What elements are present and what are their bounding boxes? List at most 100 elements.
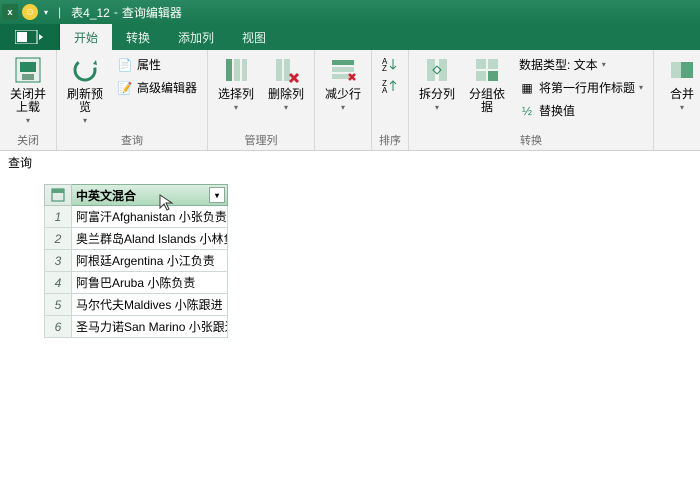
- group-query: 刷新预览 ▾ 📄 属性 📝 高级编辑器 查询: [57, 50, 208, 150]
- ribbon: 开始 转换 添加列 视图 关闭并上载 ▾ 关闭: [0, 24, 700, 151]
- select-columns-icon: [220, 54, 252, 86]
- row-number[interactable]: 5: [44, 294, 72, 316]
- svg-text:Z: Z: [382, 64, 387, 72]
- sort-desc-icon: ZA: [382, 78, 398, 94]
- dropdown-icon: ▾: [341, 101, 345, 114]
- table-row[interactable]: 4阿鲁巴Aruba 小陈负责: [44, 272, 228, 294]
- row-number[interactable]: 6: [44, 316, 72, 338]
- refresh-label: 刷新预览: [63, 88, 107, 114]
- queries-panel: 查询: [0, 150, 40, 175]
- ribbon-tabs: 开始 转换 添加列 视图: [0, 24, 700, 50]
- datatype-button[interactable]: 数据类型: 文本 ▾: [515, 54, 647, 75]
- row-number[interactable]: 2: [44, 228, 72, 250]
- table-row[interactable]: 1阿富汗Afghanistan 小张负责: [44, 206, 228, 228]
- chevron-down-icon: ▾: [215, 191, 219, 200]
- group-manage-columns: 选择列 ▾ 删除列 ▾ 管理列: [208, 50, 315, 150]
- sort-desc-button[interactable]: ZA: [378, 76, 402, 96]
- group-close: 关闭并上载 ▾ 关闭: [0, 50, 57, 150]
- properties-button[interactable]: 📄 属性: [113, 54, 201, 75]
- group-combine: 合并 ▾: [654, 50, 700, 150]
- column-filter-button[interactable]: ▾: [209, 187, 225, 203]
- table-header-icon: ▦: [519, 80, 535, 96]
- properties-label: 属性: [137, 56, 161, 73]
- title-separator: |: [58, 5, 61, 19]
- reduce-rows-button[interactable]: 减少行 ▾: [321, 54, 365, 114]
- group-query-label: 查询: [63, 130, 201, 148]
- group-managecol-label: 管理列: [214, 130, 308, 148]
- remove-columns-icon: [270, 54, 302, 86]
- group-reduce-label: [321, 134, 365, 148]
- data-grid: 中英文混合 ▾ 1阿富汗Afghanistan 小张负责2奥兰群岛Aland I…: [44, 184, 228, 338]
- group-by-label: 分组依据: [465, 88, 509, 114]
- dropdown-icon: ▾: [602, 60, 606, 69]
- table-body: 1阿富汗Afghanistan 小张负责2奥兰群岛Aland Islands 小…: [44, 206, 228, 338]
- queries-panel-label: 查询: [8, 156, 32, 170]
- close-load-label: 关闭并上载: [6, 88, 50, 114]
- dropdown-icon: ▾: [83, 114, 87, 127]
- header-row: 中英文混合 ▾: [44, 184, 228, 206]
- replace-icon: ½: [519, 103, 535, 119]
- select-columns-label: 选择列: [218, 88, 254, 101]
- qat-dropdown-icon[interactable]: ▾: [40, 8, 52, 17]
- row-number[interactable]: 4: [44, 272, 72, 294]
- cell[interactable]: 圣马力诺San Marino 小张跟进: [72, 316, 228, 338]
- column-header[interactable]: 中英文混合 ▾: [72, 184, 228, 206]
- ribbon-groups: 关闭并上载 ▾ 关闭 刷新预览 ▾ 📄 属性: [0, 50, 700, 150]
- table-row[interactable]: 6圣马力诺San Marino 小张跟进: [44, 316, 228, 338]
- app-title: 查询编辑器: [122, 4, 182, 21]
- svg-text:A: A: [382, 86, 388, 94]
- split-column-icon: [421, 54, 453, 86]
- cell[interactable]: 阿鲁巴Aruba 小陈负责: [72, 272, 228, 294]
- title-dash: -: [114, 5, 118, 19]
- first-row-headers-button[interactable]: ▦ 将第一行用作标题 ▾: [515, 77, 647, 98]
- group-combine-label: [660, 134, 700, 148]
- tab-start[interactable]: 开始: [60, 24, 112, 50]
- column-header-label: 中英文混合: [76, 187, 136, 204]
- replace-values-button[interactable]: ½ 替换值: [515, 100, 647, 121]
- replace-label: 替换值: [539, 102, 575, 119]
- group-by-button[interactable]: 分组依据: [465, 54, 509, 114]
- reduce-rows-icon: [327, 54, 359, 86]
- cell[interactable]: 阿富汗Afghanistan 小张负责: [72, 206, 228, 228]
- cell[interactable]: 阿根廷Argentina 小江负责: [72, 250, 228, 272]
- sort-asc-button[interactable]: AZ: [378, 54, 402, 74]
- refresh-icon: [69, 54, 101, 86]
- table-corner-button[interactable]: [44, 184, 72, 206]
- group-by-icon: [471, 54, 503, 86]
- excel-icon: x: [2, 4, 18, 20]
- tab-transform[interactable]: 转换: [112, 24, 164, 50]
- dropdown-icon: ▾: [639, 83, 643, 92]
- split-column-button[interactable]: 拆分列 ▾: [415, 54, 459, 114]
- tab-addcolumn[interactable]: 添加列: [164, 24, 228, 50]
- row-number[interactable]: 1: [44, 206, 72, 228]
- combine-button[interactable]: 合并 ▾: [660, 54, 700, 114]
- dropdown-icon: ▾: [284, 101, 288, 114]
- tab-view[interactable]: 视图: [228, 24, 280, 50]
- row-number[interactable]: 3: [44, 250, 72, 272]
- table-icon: [51, 188, 65, 202]
- sort-asc-icon: AZ: [382, 56, 398, 72]
- refresh-preview-button[interactable]: 刷新预览 ▾: [63, 54, 107, 127]
- smile-icon: ☺: [22, 4, 38, 20]
- cell[interactable]: 马尔代夫Maldives 小陈跟进: [72, 294, 228, 316]
- table-row[interactable]: 2奥兰群岛Aland Islands 小林负责: [44, 228, 228, 250]
- advanced-editor-button[interactable]: 📝 高级编辑器: [113, 77, 201, 98]
- remove-columns-label: 删除列: [268, 88, 304, 101]
- group-transform-label: 转换: [415, 130, 647, 148]
- dropdown-icon: ▾: [234, 101, 238, 114]
- close-load-icon: [12, 54, 44, 86]
- dropdown-icon: ▾: [26, 114, 30, 127]
- datatype-label: 数据类型: 文本: [519, 56, 598, 73]
- document-title: 表4_12: [71, 4, 110, 21]
- file-menu-button[interactable]: [0, 24, 60, 50]
- table-row[interactable]: 5马尔代夫Maldives 小陈跟进: [44, 294, 228, 316]
- select-columns-button[interactable]: 选择列 ▾: [214, 54, 258, 114]
- cell[interactable]: 奥兰群岛Aland Islands 小林负责: [72, 228, 228, 250]
- titlebar: x ☺ ▾ | 表4_12 - 查询编辑器: [0, 0, 700, 24]
- group-transform: 拆分列 ▾ 分组依据 数据类型: 文本 ▾ ▦ 将第一行: [409, 50, 654, 150]
- close-and-load-button[interactable]: 关闭并上载 ▾: [6, 54, 50, 127]
- table-row[interactable]: 3阿根廷Argentina 小江负责: [44, 250, 228, 272]
- remove-columns-button[interactable]: 删除列 ▾: [264, 54, 308, 114]
- group-reduce-rows: 减少行 ▾: [315, 50, 372, 150]
- properties-icon: 📄: [117, 57, 133, 73]
